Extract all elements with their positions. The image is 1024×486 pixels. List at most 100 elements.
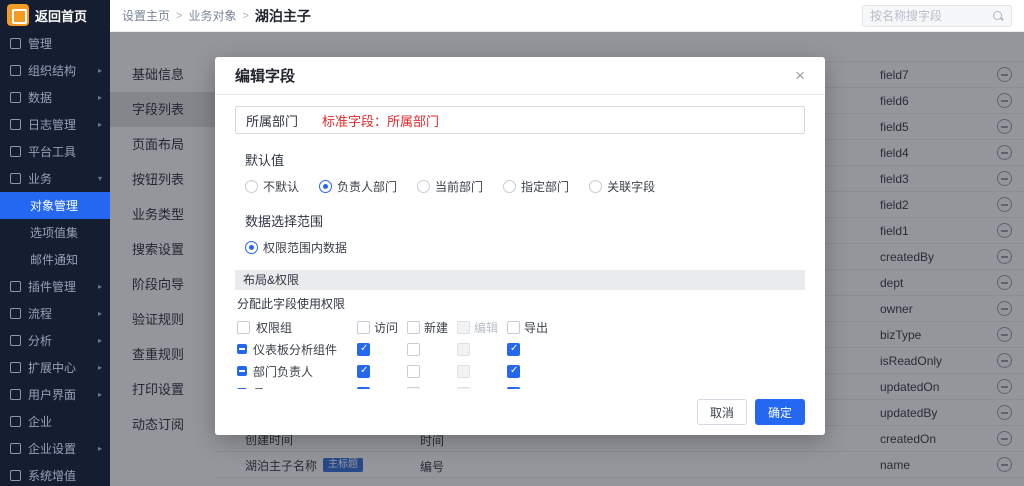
sidebar-item-log-management[interactable]: 日志管理 ▸: [0, 111, 110, 138]
export-column-checkbox[interactable]: [507, 321, 520, 334]
plugin-icon: [10, 281, 21, 292]
export-checkbox[interactable]: [507, 343, 520, 356]
export-column-header: 导出: [524, 319, 548, 336]
sidebar-item-data[interactable]: 数据 ▸: [0, 84, 110, 111]
sidebar-item-org-structure[interactable]: 组织结构 ▸: [0, 57, 110, 84]
field-search-input[interactable]: [870, 9, 992, 23]
sidebar-item-label: 分析: [28, 332, 52, 349]
sidebar-item-extension-center[interactable]: 扩展中心 ▸: [0, 354, 110, 381]
chevron-right-icon: ▸: [98, 93, 102, 102]
create-checkbox[interactable]: [407, 365, 420, 378]
data-scope-options: 权限范围内数据: [235, 239, 805, 256]
briefcase-icon: [10, 173, 21, 184]
sidebar-item-user-interface[interactable]: 用户界面 ▸: [0, 381, 110, 408]
radio-specified-department[interactable]: 指定部门: [503, 178, 569, 195]
permission-group-header: 权限组: [256, 319, 292, 336]
close-icon[interactable]: ×: [795, 67, 805, 84]
sidebar-item-label: 对象管理: [30, 197, 78, 214]
building-icon: [10, 416, 21, 427]
sidebar-item-plugin-management[interactable]: 插件管理 ▸: [0, 273, 110, 300]
sidebar-item-label: 业务: [28, 170, 52, 187]
gear-icon: [10, 38, 21, 49]
breadcrumb-business-objects[interactable]: 业务对象: [188, 7, 236, 24]
back-home-label: 返回首页: [35, 6, 87, 25]
database-icon: [10, 92, 21, 103]
radio-owner-department[interactable]: 负责人部门: [319, 178, 397, 195]
field-search-box[interactable]: [862, 5, 1012, 27]
radio-label: 指定部门: [521, 178, 569, 195]
radio-icon: [319, 180, 332, 193]
chevron-down-icon: ▾: [98, 174, 102, 183]
sidebar-item-label: 系统增值: [28, 467, 76, 484]
default-value-label: 默认值: [245, 150, 805, 169]
sidebar-item-label: 插件管理: [28, 278, 76, 295]
chevron-right-icon: ▸: [98, 390, 102, 399]
chart-icon: [10, 335, 21, 346]
sidebar-item-analysis[interactable]: 分析 ▸: [0, 327, 110, 354]
edit-checkbox: [457, 343, 470, 356]
create-column-checkbox[interactable]: [407, 321, 420, 334]
sidebar-item-label: 管理: [28, 35, 52, 52]
confirm-button[interactable]: 确定: [755, 399, 805, 425]
access-checkbox[interactable]: [357, 365, 370, 378]
sidebar-item-platform-tools[interactable]: 平台工具: [0, 138, 110, 165]
access-column-checkbox[interactable]: [357, 321, 370, 334]
chevron-right-icon: ▸: [98, 120, 102, 129]
sidebar-item-business[interactable]: 业务 ▾: [0, 165, 110, 192]
modal-body: 所属部门 标准字段：所属部门 默认值 不默认 负责人部门 当前部门 指定部门: [215, 95, 825, 389]
sidebar-item-management[interactable]: 管理: [0, 30, 110, 57]
create-column-header: 新建: [424, 319, 448, 336]
row-checkbox[interactable]: [237, 344, 247, 354]
breadcrumb-settings-home[interactable]: 设置主页: [122, 7, 170, 24]
cancel-button[interactable]: 取消: [697, 399, 747, 425]
sidebar-item-label: 数据: [28, 89, 52, 106]
layout-permission-section-header: 布局&权限: [235, 270, 805, 290]
data-scope-label: 数据选择范围: [245, 211, 805, 230]
edit-column-header: 编辑: [474, 319, 498, 336]
radio-label: 负责人部门: [337, 178, 397, 195]
radio-no-default[interactable]: 不默认: [245, 178, 299, 195]
radio-permission-scope-data[interactable]: 权限范围内数据: [245, 239, 347, 256]
export-checkbox[interactable]: [507, 365, 520, 378]
page-title: 湖泊主子: [255, 6, 311, 26]
radio-related-field[interactable]: 关联字段: [589, 178, 655, 195]
sidebar-item-option-value-set[interactable]: 选项值集: [0, 219, 110, 246]
sidebar-item-object-management[interactable]: 对象管理: [0, 192, 110, 219]
monitor-icon: [10, 389, 21, 400]
field-name-input[interactable]: 所属部门 标准字段：所属部门: [235, 106, 805, 134]
radio-icon: [503, 180, 516, 193]
app-logo-icon: [7, 4, 29, 26]
radio-current-department[interactable]: 当前部门: [417, 178, 483, 195]
sidebar-item-label: 组织结构: [28, 62, 76, 79]
row-checkbox[interactable]: [237, 366, 247, 376]
circle-icon: [10, 470, 21, 481]
chevron-right-icon: ▸: [98, 66, 102, 75]
access-checkbox[interactable]: [357, 343, 370, 356]
chevron-right-icon: ▸: [98, 363, 102, 372]
gear-icon: [10, 443, 21, 454]
radio-label: 关联字段: [607, 178, 655, 195]
radio-icon: [589, 180, 602, 193]
sidebar-item-label: 选项值集: [30, 224, 78, 241]
edit-checkbox: [457, 365, 470, 378]
radio-label: 权限范围内数据: [263, 239, 347, 256]
sidebar-item-process[interactable]: 流程 ▸: [0, 300, 110, 327]
sidebar-item-label: 企业: [28, 413, 52, 430]
permission-table: 权限组 访问 新建 编辑 导出: [235, 316, 805, 389]
sidebar-item-enterprise[interactable]: 企业: [0, 408, 110, 435]
chevron-right-icon: ▸: [98, 336, 102, 345]
default-value-options: 不默认 负责人部门 当前部门 指定部门 关联字段: [235, 178, 805, 195]
select-all-checkbox[interactable]: [237, 321, 250, 334]
flow-icon: [10, 308, 21, 319]
permission-group-name: 部门负责人: [253, 363, 313, 380]
field-name-value: 所属部门: [246, 111, 298, 130]
sidebar-item-mail-notification[interactable]: 邮件通知: [0, 246, 110, 273]
back-home[interactable]: 返回首页: [0, 0, 110, 30]
edit-field-modal: 编辑字段 × 所属部门 标准字段：所属部门 默认值 不默认 负责人部门 当前部门: [215, 57, 825, 435]
create-checkbox[interactable]: [407, 343, 420, 356]
permission-group-name: 仪表板分析组件: [253, 341, 337, 358]
tool-icon: [10, 146, 21, 157]
sidebar-item-enterprise-settings[interactable]: 企业设置 ▸: [0, 435, 110, 462]
sidebar-item-system-addon[interactable]: 系统增值: [0, 462, 110, 486]
modal-header: 编辑字段 ×: [215, 57, 825, 95]
